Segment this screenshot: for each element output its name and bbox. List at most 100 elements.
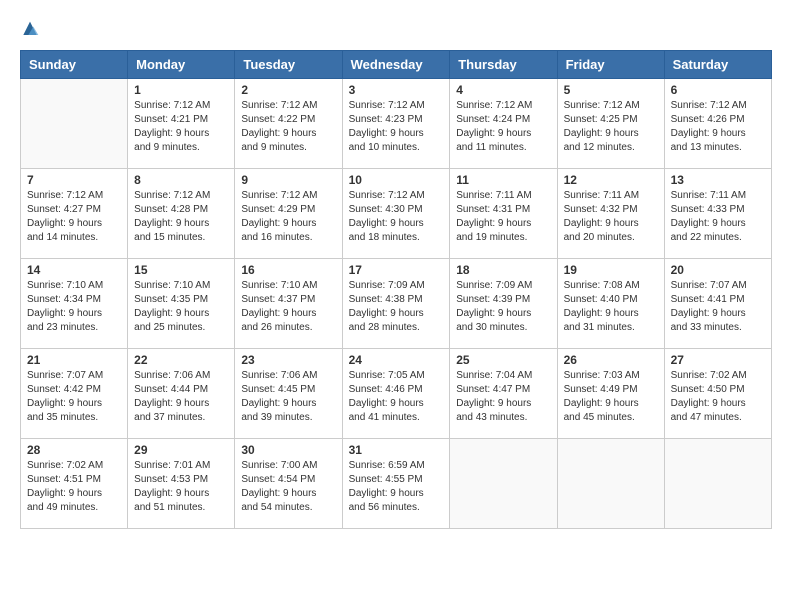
- calendar-cell: 17 Sunrise: 7:09 AMSunset: 4:38 PMDayligh…: [342, 259, 450, 349]
- week-row-5: 28 Sunrise: 7:02 AMSunset: 4:51 PMDayligh…: [21, 439, 772, 529]
- day-info: Sunrise: 7:12 AMSunset: 4:22 PMDaylight:…: [241, 99, 335, 155]
- day-number: 16: [241, 263, 335, 277]
- day-info: Sunrise: 6:59 AMSunset: 4:55 PMDaylight:…: [349, 459, 444, 515]
- calendar-cell: 2Sunrise: 7:12 AMSunset: 4:22 PMDaylight…: [235, 79, 342, 169]
- day-number: 30: [241, 443, 335, 457]
- calendar-cell: [557, 439, 664, 529]
- day-number: 15: [134, 263, 228, 277]
- day-info: Sunrise: 7:01 AMSunset: 4:53 PMDaylight:…: [134, 459, 228, 515]
- day-info: Sunrise: 7:10 AMSunset: 4:35 PMDaylight:…: [134, 279, 228, 335]
- day-number: 23: [241, 353, 335, 367]
- week-row-2: 7 Sunrise: 7:12 AMSunset: 4:27 PMDaylight…: [21, 169, 772, 259]
- day-info: Sunrise: 7:12 AMSunset: 4:24 PMDaylight:…: [456, 99, 550, 155]
- calendar-cell: 28 Sunrise: 7:02 AMSunset: 4:51 PMDayligh…: [21, 439, 128, 529]
- day-info: Sunrise: 7:08 AMSunset: 4:40 PMDaylight:…: [564, 279, 658, 335]
- day-number: 17: [349, 263, 444, 277]
- day-info: Sunrise: 7:02 AMSunset: 4:51 PMDaylight:…: [27, 459, 121, 515]
- calendar-cell: 6Sunrise: 7:12 AMSunset: 4:26 PMDaylight…: [664, 79, 771, 169]
- day-info: Sunrise: 7:09 AMSunset: 4:38 PMDaylight:…: [349, 279, 444, 335]
- day-number: 24: [349, 353, 444, 367]
- calendar-cell: 1Sunrise: 7:12 AMSunset: 4:21 PMDaylight…: [128, 79, 235, 169]
- day-info: Sunrise: 7:09 AMSunset: 4:39 PMDaylight:…: [456, 279, 550, 335]
- logo: [20, 20, 44, 40]
- day-number: 8: [134, 173, 228, 187]
- col-header-sunday: Sunday: [21, 51, 128, 79]
- calendar-cell: [664, 439, 771, 529]
- day-number: 14: [27, 263, 121, 277]
- day-number: 6: [671, 83, 765, 97]
- day-number: 25: [456, 353, 550, 367]
- calendar-cell: 13Sunrise: 7:11 AMSunset: 4:33 PMDayligh…: [664, 169, 771, 259]
- day-info: Sunrise: 7:12 AMSunset: 4:30 PMDaylight:…: [349, 189, 444, 245]
- day-number: 22: [134, 353, 228, 367]
- calendar-cell: 26 Sunrise: 7:03 AMSunset: 4:49 PMDayligh…: [557, 349, 664, 439]
- calendar-cell: 12 Sunrise: 7:11 AMSunset: 4:32 PMDayligh…: [557, 169, 664, 259]
- day-number: 5: [564, 83, 658, 97]
- calendar-cell: [450, 439, 557, 529]
- day-info: Sunrise: 7:12 AMSunset: 4:28 PMDaylight:…: [134, 189, 228, 245]
- calendar-cell: 3Sunrise: 7:12 AMSunset: 4:23 PMDaylight…: [342, 79, 450, 169]
- calendar-cell: 19 Sunrise: 7:08 AMSunset: 4:40 PMDayligh…: [557, 259, 664, 349]
- day-info: Sunrise: 7:03 AMSunset: 4:49 PMDaylight:…: [564, 369, 658, 425]
- day-number: 19: [564, 263, 658, 277]
- calendar-cell: 30 Sunrise: 7:00 AMSunset: 4:54 PMDayligh…: [235, 439, 342, 529]
- day-info: Sunrise: 7:11 AMSunset: 4:32 PMDaylight:…: [564, 189, 658, 245]
- day-number: 10: [349, 173, 444, 187]
- day-number: 31: [349, 443, 444, 457]
- calendar-cell: 25Sunrise: 7:04 AMSunset: 4:47 PMDayligh…: [450, 349, 557, 439]
- day-info: Sunrise: 7:10 AMSunset: 4:37 PMDaylight:…: [241, 279, 335, 335]
- day-info: Sunrise: 7:11 AMSunset: 4:33 PMDaylight:…: [671, 189, 765, 245]
- day-number: 9: [241, 173, 335, 187]
- logo-icon: [20, 20, 40, 40]
- day-number: 20: [671, 263, 765, 277]
- col-header-friday: Friday: [557, 51, 664, 79]
- calendar-cell: 29Sunrise: 7:01 AMSunset: 4:53 PMDayligh…: [128, 439, 235, 529]
- day-number: 12: [564, 173, 658, 187]
- col-header-tuesday: Tuesday: [235, 51, 342, 79]
- day-info: Sunrise: 7:02 AMSunset: 4:50 PMDaylight:…: [671, 369, 765, 425]
- col-header-monday: Monday: [128, 51, 235, 79]
- day-number: 27: [671, 353, 765, 367]
- day-number: 26: [564, 353, 658, 367]
- day-info: Sunrise: 7:06 AMSunset: 4:45 PMDaylight:…: [241, 369, 335, 425]
- calendar-cell: 4 Sunrise: 7:12 AMSunset: 4:24 PMDaylight…: [450, 79, 557, 169]
- day-info: Sunrise: 7:12 AMSunset: 4:21 PMDaylight:…: [134, 99, 228, 155]
- page-header: [20, 20, 772, 40]
- calendar-cell: 7 Sunrise: 7:12 AMSunset: 4:27 PMDaylight…: [21, 169, 128, 259]
- day-number: 4: [456, 83, 550, 97]
- calendar-cell: 24 Sunrise: 7:05 AMSunset: 4:46 PMDayligh…: [342, 349, 450, 439]
- calendar-cell: 18Sunrise: 7:09 AMSunset: 4:39 PMDayligh…: [450, 259, 557, 349]
- day-info: Sunrise: 7:06 AMSunset: 4:44 PMDaylight:…: [134, 369, 228, 425]
- col-header-wednesday: Wednesday: [342, 51, 450, 79]
- calendar-cell: 8 Sunrise: 7:12 AMSunset: 4:28 PMDaylight…: [128, 169, 235, 259]
- day-info: Sunrise: 7:00 AMSunset: 4:54 PMDaylight:…: [241, 459, 335, 515]
- calendar-cell: 23 Sunrise: 7:06 AMSunset: 4:45 PMDayligh…: [235, 349, 342, 439]
- day-number: 28: [27, 443, 121, 457]
- day-info: Sunrise: 7:12 AMSunset: 4:25 PMDaylight:…: [564, 99, 658, 155]
- calendar-cell: 9 Sunrise: 7:12 AMSunset: 4:29 PMDaylight…: [235, 169, 342, 259]
- col-header-saturday: Saturday: [664, 51, 771, 79]
- day-info: Sunrise: 7:07 AMSunset: 4:42 PMDaylight:…: [27, 369, 121, 425]
- calendar-cell: 16 Sunrise: 7:10 AMSunset: 4:37 PMDayligh…: [235, 259, 342, 349]
- day-info: Sunrise: 7:10 AMSunset: 4:34 PMDaylight:…: [27, 279, 121, 335]
- calendar-header-row: SundayMondayTuesdayWednesdayThursdayFrid…: [21, 51, 772, 79]
- calendar-cell: 5 Sunrise: 7:12 AMSunset: 4:25 PMDaylight…: [557, 79, 664, 169]
- day-info: Sunrise: 7:12 AMSunset: 4:29 PMDaylight:…: [241, 189, 335, 245]
- calendar-cell: 21 Sunrise: 7:07 AMSunset: 4:42 PMDayligh…: [21, 349, 128, 439]
- day-info: Sunrise: 7:12 AMSunset: 4:27 PMDaylight:…: [27, 189, 121, 245]
- calendar-cell: [21, 79, 128, 169]
- calendar-table: SundayMondayTuesdayWednesdayThursdayFrid…: [20, 50, 772, 529]
- calendar-cell: 20 Sunrise: 7:07 AMSunset: 4:41 PMDayligh…: [664, 259, 771, 349]
- calendar-cell: 31 Sunrise: 6:59 AMSunset: 4:55 PMDayligh…: [342, 439, 450, 529]
- calendar-cell: 27 Sunrise: 7:02 AMSunset: 4:50 PMDayligh…: [664, 349, 771, 439]
- calendar-cell: 10 Sunrise: 7:12 AMSunset: 4:30 PMDayligh…: [342, 169, 450, 259]
- calendar-cell: 14 Sunrise: 7:10 AMSunset: 4:34 PMDayligh…: [21, 259, 128, 349]
- day-info: Sunrise: 7:11 AMSunset: 4:31 PMDaylight:…: [456, 189, 550, 245]
- calendar-cell: 22 Sunrise: 7:06 AMSunset: 4:44 PMDayligh…: [128, 349, 235, 439]
- day-number: 21: [27, 353, 121, 367]
- day-number: 7: [27, 173, 121, 187]
- day-info: Sunrise: 7:07 AMSunset: 4:41 PMDaylight:…: [671, 279, 765, 335]
- day-info: Sunrise: 7:05 AMSunset: 4:46 PMDaylight:…: [349, 369, 444, 425]
- col-header-thursday: Thursday: [450, 51, 557, 79]
- week-row-3: 14 Sunrise: 7:10 AMSunset: 4:34 PMDayligh…: [21, 259, 772, 349]
